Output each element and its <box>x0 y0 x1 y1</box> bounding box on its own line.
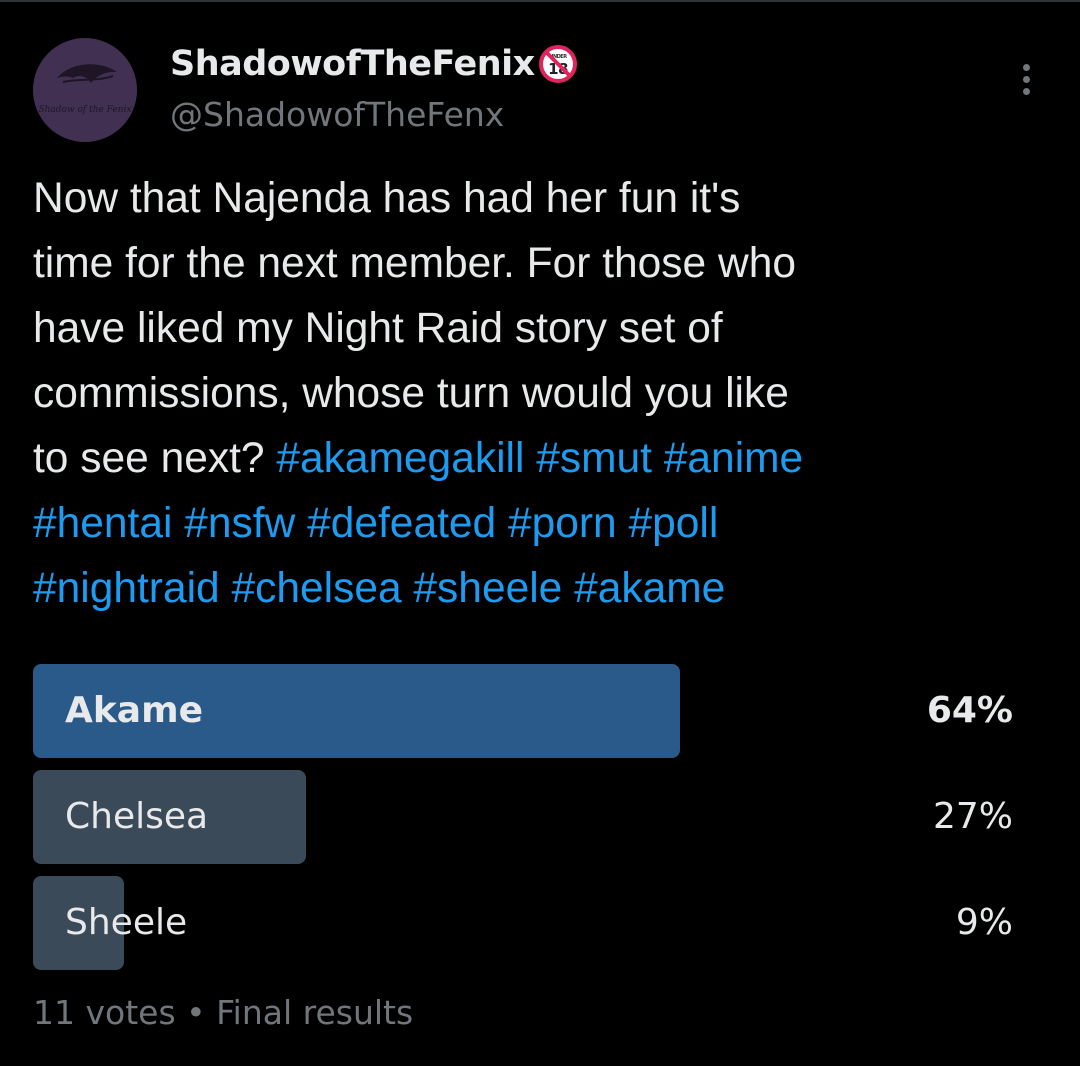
tweet-text-segment <box>220 565 232 612</box>
tweet-text-segment <box>295 500 307 547</box>
author-handle[interactable]: @ShadowofTheFenx <box>170 95 504 134</box>
tweet-text-segment: time for the next member. For those who <box>33 240 796 287</box>
poll-option: Akame 64% <box>33 664 1013 758</box>
hashtag-link[interactable]: #anime <box>664 435 803 482</box>
tweet-text-segment <box>617 500 629 547</box>
hashtag-link[interactable]: #sheele <box>413 565 562 612</box>
tweet-text-line: time for the next member. For those who <box>33 231 1053 296</box>
poll-option-percent: 9% <box>955 902 1013 943</box>
more-dot <box>1023 64 1030 71</box>
poll-option-label: Sheele <box>65 902 188 943</box>
hashtag-link[interactable]: #nsfw <box>184 500 295 547</box>
more-dot <box>1023 88 1030 95</box>
tweet-text-segment: have liked my Night Raid story set of <box>33 305 723 352</box>
poll-meta: 11 votes • Final results <box>33 993 414 1032</box>
tweet-text-segment: to see next? <box>33 435 277 482</box>
tweet-text-line: #nightraid #chelsea #sheele #akame <box>33 556 1053 621</box>
more-dot <box>1023 76 1030 83</box>
tweet-text-line: Now that Najenda has had her fun it's <box>33 166 1053 231</box>
tweet-text-segment: Now that Najenda has had her fun it's <box>33 175 741 222</box>
tweet-text-segment <box>524 435 536 482</box>
author-display-name[interactable]: ShadowofTheFenix UNDER 18 <box>170 44 578 84</box>
hashtag-link[interactable]: #defeated <box>307 500 496 547</box>
hashtag-link[interactable]: #poll <box>629 500 719 547</box>
tweet-text-line: have liked my Night Raid story set of <box>33 296 1053 361</box>
tweet-text-segment <box>402 565 414 612</box>
tweet-text: Now that Najenda has had her fun it's tim… <box>33 166 1053 621</box>
poll-option-percent: 64% <box>926 690 1013 731</box>
tweet-text-segment <box>562 565 574 612</box>
svg-text:Shadow of the Fenix: Shadow of the Fenix <box>38 105 131 115</box>
top-divider <box>0 0 1080 2</box>
hashtag-link[interactable]: #porn <box>508 500 617 547</box>
under-18-icon: UNDER 18 <box>538 44 578 84</box>
more-vertical-icon[interactable] <box>1014 60 1038 100</box>
hashtag-link[interactable]: #smut <box>536 435 652 482</box>
poll-option-label: Akame <box>65 690 204 731</box>
tweet-text-segment <box>172 500 184 547</box>
display-name-text[interactable]: ShadowofTheFenix <box>170 44 535 84</box>
tweet-text-line: to see next? #akamegakill #smut #anime <box>33 426 1053 491</box>
poll-option-label: Chelsea <box>65 796 209 837</box>
hashtag-link[interactable]: #akame <box>574 565 725 612</box>
tweet-text-segment: commissions, whose turn would you like <box>33 370 789 417</box>
avatar[interactable]: Shadow of the Fenix <box>33 38 137 142</box>
tweet-text-segment <box>652 435 664 482</box>
tweet-text-line: commissions, whose turn would you like <box>33 361 1053 426</box>
avatar-logo: Shadow of the Fenix <box>33 38 137 142</box>
poll-option: Chelsea 27% <box>33 770 1013 864</box>
hashtag-link[interactable]: #nightraid <box>33 565 220 612</box>
hashtag-link[interactable]: #hentai <box>33 500 172 547</box>
tweet-text-segment <box>496 500 508 547</box>
tweet-text-line: #hentai #nsfw #defeated #porn #poll <box>33 491 1053 556</box>
poll-option-percent: 27% <box>932 796 1013 837</box>
hashtag-link[interactable]: #chelsea <box>231 565 401 612</box>
hashtag-link[interactable]: #akamegakill <box>276 435 524 482</box>
poll-option: Sheele 9% <box>33 876 1013 970</box>
